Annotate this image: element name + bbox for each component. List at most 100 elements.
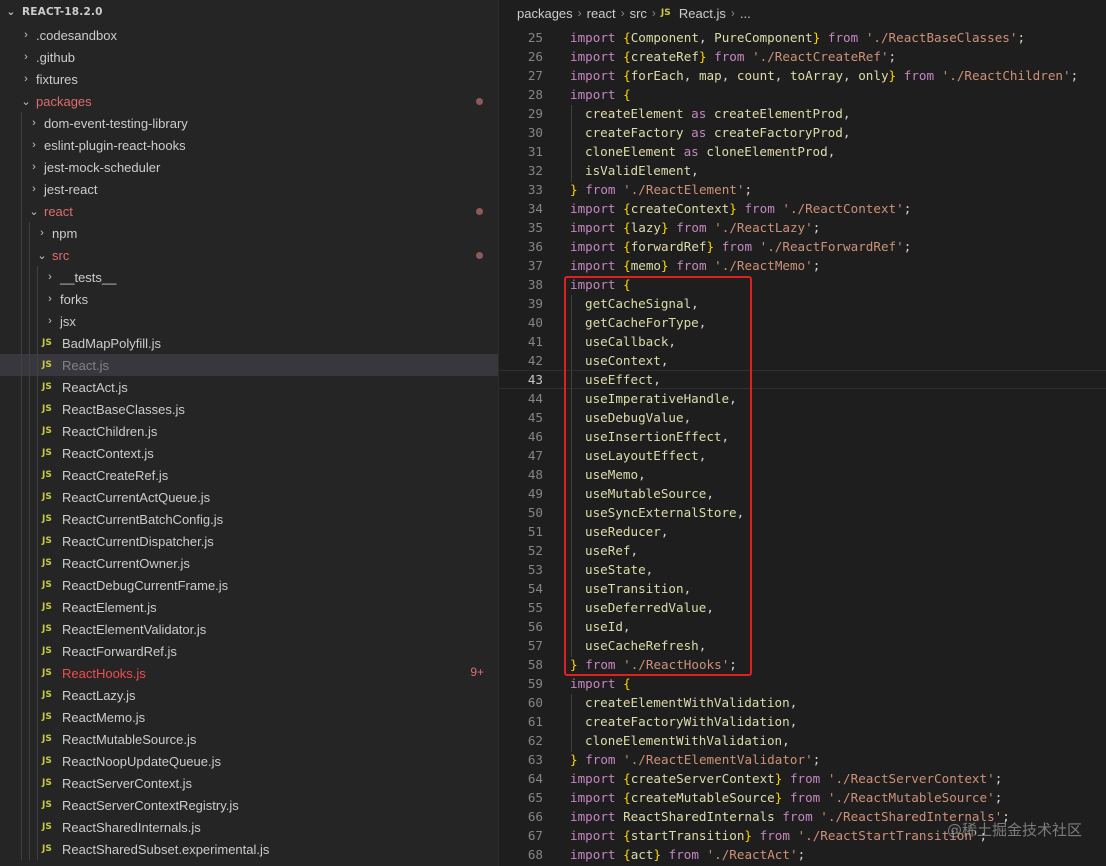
code-line[interactable]: 63} from './ReactElementValidator'; <box>499 750 1106 769</box>
breadcrumb-item-packages[interactable]: packages <box>517 6 573 21</box>
tree-folder[interactable]: › dom-event-testing-library <box>0 112 498 134</box>
tree-file[interactable]: JS ReactLazy.js <box>0 684 498 706</box>
code-line[interactable]: 27 import {forEach, map, count, toArray, … <box>499 66 1106 85</box>
tree-file[interactable]: JS ReactNoopUpdateQueue.js <box>0 750 498 772</box>
tree-file[interactable]: JS ReactServerContext.js <box>0 772 498 794</box>
indent-guide <box>37 816 38 838</box>
code-token: , <box>843 68 859 83</box>
tree-file[interactable]: JS ReactMemo.js <box>0 706 498 728</box>
tree-folder[interactable]: › jsx <box>0 310 498 332</box>
breadcrumb-item-react[interactable]: react <box>587 6 616 21</box>
chevron-down-icon[interactable]: ⌄ <box>34 249 50 262</box>
indent-guide <box>21 244 22 266</box>
chevron-right-icon[interactable]: › <box>26 117 42 129</box>
tree-file[interactable]: JS ReactElement.js <box>0 596 498 618</box>
tree-file[interactable]: JS ReactMutableSource.js <box>0 728 498 750</box>
tree-file[interactable]: JS ReactDebugCurrentFrame.js <box>0 574 498 596</box>
tree-folder[interactable]: › jest-react <box>0 178 498 200</box>
tree-file[interactable]: JS ReactHooks.js 9+ <box>0 662 498 684</box>
code-line[interactable]: 31 cloneElement as cloneElementProd, <box>499 142 1106 163</box>
tree-file[interactable]: JS React.js <box>0 354 498 376</box>
chevron-right-icon: › <box>620 6 625 20</box>
code-text: import {createRef} from './ReactCreateRe… <box>570 49 896 64</box>
tree-folder[interactable]: › .github <box>0 46 498 68</box>
tree-folder[interactable]: › forks <box>0 288 498 310</box>
chevron-right-icon[interactable]: › <box>26 183 42 195</box>
chevron-right-icon[interactable]: › <box>18 51 34 63</box>
chevron-right-icon[interactable]: › <box>18 73 34 85</box>
tree-file[interactable]: JS BadMapPolyfill.js <box>0 332 498 354</box>
tree-file[interactable]: JS ReactCreateRef.js <box>0 464 498 486</box>
indent-guide <box>29 772 30 794</box>
code-token: { <box>623 49 631 64</box>
code-line[interactable]: 36 import {forwardRef} from './ReactForwa… <box>499 237 1106 256</box>
code-line[interactable]: 30 createFactory as createFactoryProd, <box>499 123 1106 144</box>
code-line[interactable]: 28 import { <box>499 85 1106 104</box>
tree-file[interactable]: JS ReactCurrentDispatcher.js <box>0 530 498 552</box>
tree-file[interactable]: JS ReactContext.js <box>0 442 498 464</box>
code-token: } <box>706 239 715 254</box>
tree-file[interactable]: JS ReactAct.js <box>0 376 498 398</box>
tree-folder[interactable]: ⌄ packages <box>0 90 498 112</box>
code-line[interactable]: 37 import {memo} from './ReactMemo'; <box>499 256 1106 275</box>
code-line[interactable]: 26 import {createRef} from './ReactCreate… <box>499 47 1106 66</box>
tree-folder[interactable]: ⌄ src <box>0 244 498 266</box>
tree-folder[interactable]: ⌄ react <box>0 200 498 222</box>
chevron-right-icon[interactable]: › <box>34 227 50 239</box>
code-line[interactable]: 62 cloneElementWithValidation, <box>499 731 1106 752</box>
code-token: from <box>585 182 616 197</box>
chevron-down-icon[interactable]: ⌄ <box>18 95 34 108</box>
chevron-right-icon[interactable]: › <box>42 315 58 327</box>
chevron-right-icon[interactable]: › <box>26 161 42 173</box>
code-token: import <box>570 847 616 862</box>
chevron-right-icon[interactable]: › <box>18 29 34 41</box>
tree-file[interactable]: JS ReactForwardRef.js <box>0 640 498 662</box>
indent-guide <box>21 376 22 398</box>
code-line[interactable]: 25 import {Component, PureComponent} from… <box>499 28 1106 47</box>
code-line[interactable]: 68 import {act} from './ReactAct'; <box>499 845 1106 864</box>
tree-folder[interactable]: › fixtures <box>0 68 498 90</box>
indent-guide <box>29 420 30 442</box>
indent-guide <box>21 420 22 442</box>
tree-file[interactable]: JS ReactCurrentActQueue.js <box>0 486 498 508</box>
tree-folder[interactable]: › eslint-plugin-react-hooks <box>0 134 498 156</box>
chevron-right-icon[interactable]: › <box>42 271 58 283</box>
tree-file[interactable]: JS ReactChildren.js <box>0 420 498 442</box>
tree-folder[interactable]: › jest-mock-scheduler <box>0 156 498 178</box>
code-token: './ReactCreateRef' <box>752 49 889 64</box>
breadcrumb-item-src[interactable]: src <box>630 6 647 21</box>
chevron-down-icon[interactable]: ⌄ <box>26 205 42 218</box>
chevron-right-icon[interactable]: › <box>42 293 58 305</box>
code-line[interactable]: 29 createElement as createElementProd, <box>499 104 1106 125</box>
code-line[interactable]: 61 createFactoryWithValidation, <box>499 712 1106 733</box>
tree-folder[interactable]: › __tests__ <box>0 266 498 288</box>
indent-guide <box>29 640 30 662</box>
tree-file[interactable]: JS ReactBaseClasses.js <box>0 398 498 420</box>
code-line[interactable]: 60 createElementWithValidation, <box>499 693 1106 714</box>
tree-file[interactable]: JS ReactSharedSubset.experimental.js <box>0 838 498 860</box>
breadcrumb-item-file[interactable]: React.js <box>679 6 726 21</box>
indent-guide <box>37 794 38 816</box>
tree-file[interactable]: JS ReactElementValidator.js <box>0 618 498 640</box>
js-file-icon: JS <box>42 426 52 436</box>
tree-file[interactable]: JS ReactCurrentOwner.js <box>0 552 498 574</box>
chevron-down-icon[interactable]: ⌄ <box>0 6 22 18</box>
breadcrumb-item-symbols[interactable]: ... <box>740 6 751 21</box>
chevron-right-icon[interactable]: › <box>26 139 42 151</box>
code-line[interactable]: 33} from './ReactElement'; <box>499 180 1106 199</box>
code-token: from <box>827 30 859 45</box>
tree-file[interactable]: JS ReactServerContextRegistry.js <box>0 794 498 816</box>
code-line[interactable]: 64 import {createServerContext} from './R… <box>499 769 1106 788</box>
tree-folder[interactable]: › .codesandbox <box>0 24 498 46</box>
tree-folder[interactable]: › npm <box>0 222 498 244</box>
tree-file[interactable]: JS ReactSharedInternals.js <box>0 816 498 838</box>
explorer-header[interactable]: ⌄ REACT-18.2.0 <box>0 0 498 24</box>
code-line[interactable]: 65 import {createMutableSource} from './R… <box>499 788 1106 807</box>
code-line[interactable]: 35 import {lazy} from './ReactLazy'; <box>499 218 1106 237</box>
tree-file[interactable]: JS ReactCurrentBatchConfig.js <box>0 508 498 530</box>
code-line[interactable]: 34 import {createContext} from './ReactCo… <box>499 199 1106 218</box>
code-line[interactable]: 59 import { <box>499 674 1106 693</box>
code-line[interactable]: 32 isValidElement, <box>499 161 1106 182</box>
